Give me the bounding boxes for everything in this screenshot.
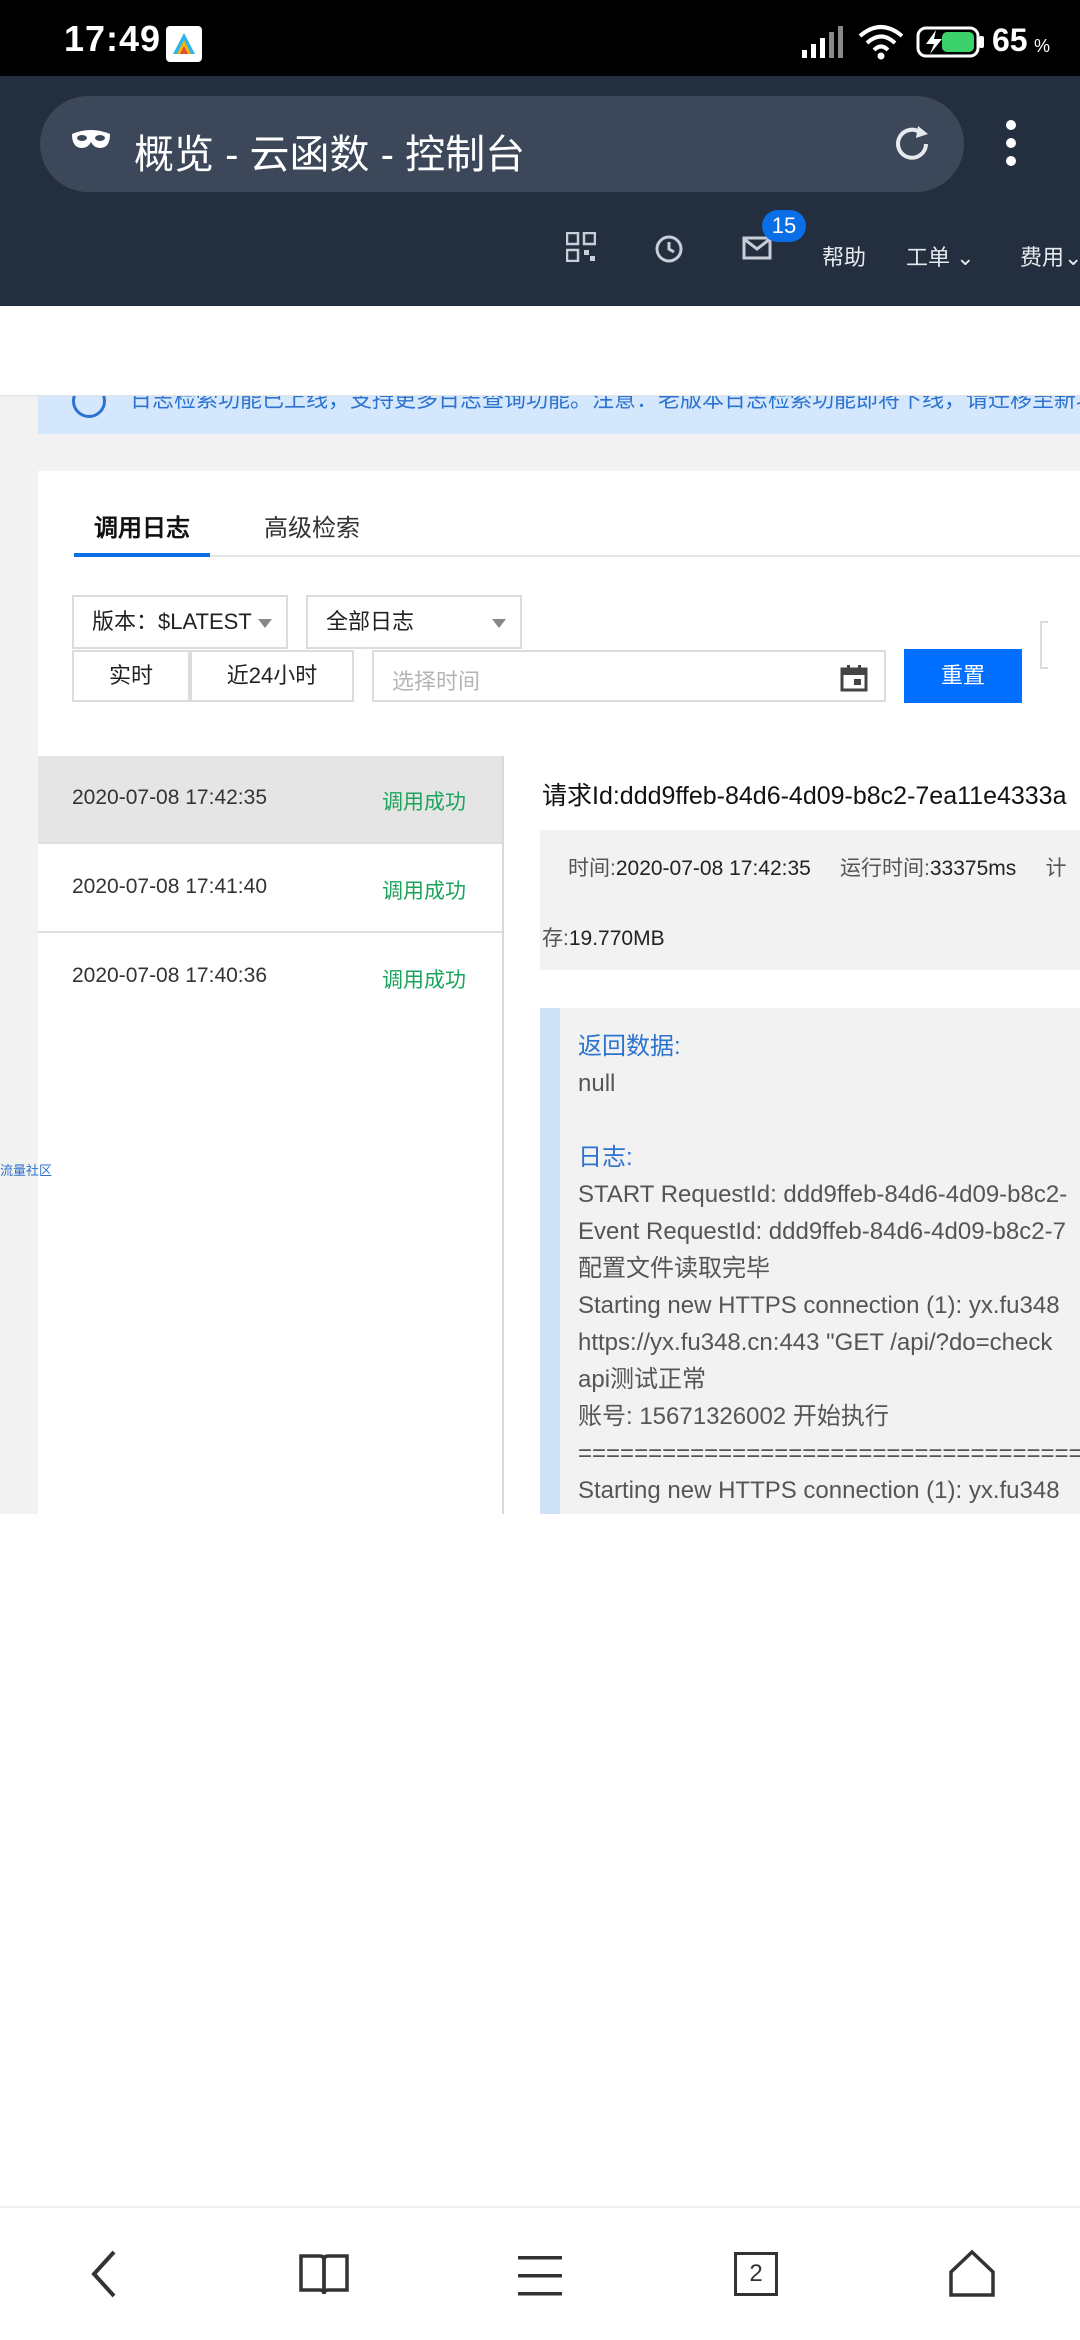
log-label: 日志: xyxy=(578,1144,633,1171)
home-icon[interactable] xyxy=(948,2248,996,2303)
memory-label: 存: xyxy=(542,927,569,950)
log-status: 调用成功 xyxy=(382,791,466,814)
browser-toolbar: 概览 - 云函数 - 控制台 15 帮助 工单 ⌄ 费用⌄ xyxy=(0,76,1080,306)
version-select[interactable]: 版本：$LATEST xyxy=(72,595,288,649)
clock-icon[interactable] xyxy=(654,234,684,269)
log-type-value: 全部日志 xyxy=(326,609,415,634)
log-line: https://yx.fu348.cn:443 "GET /api/?do=ch… xyxy=(578,1329,1053,1356)
log-time: 2020-07-08 17:42:35 xyxy=(72,786,267,809)
request-id-label: 请求Id: xyxy=(542,782,620,810)
runtime-label: 运行时间: xyxy=(840,857,930,880)
signal-icon xyxy=(800,26,844,63)
time-value: 2020-07-08 17:42:35 xyxy=(615,857,811,880)
incognito-mask-icon xyxy=(70,128,112,157)
invocation-meta: 时间:2020-07-08 17:42:35 运行时间:33375ms 计 存:… xyxy=(540,830,1080,970)
caret-down-icon xyxy=(492,619,506,628)
qrcode-icon[interactable] xyxy=(565,231,597,267)
ticket-menu[interactable]: 工单 ⌄ xyxy=(906,240,975,272)
back-icon[interactable] xyxy=(84,2244,124,2309)
invocation-list: 2020-07-08 17:42:35 调用成功 2020-07-08 17:4… xyxy=(38,756,504,1514)
status-time: 17:49 xyxy=(64,18,162,59)
tab-advanced-search[interactable]: 高级检索 xyxy=(264,509,360,557)
more-options-icon[interactable] xyxy=(1006,120,1016,174)
runtime-value: 33375ms xyxy=(929,857,1017,880)
reload-icon[interactable] xyxy=(888,120,936,173)
community-side-link[interactable]: 流量社区 xyxy=(0,1160,52,1179)
browser-bottom-nav: 2 xyxy=(0,2206,1080,2340)
request-id-value: ddd9ffeb-84d6-4d09-b8c2-7ea11e4333a xyxy=(619,782,1067,810)
log-line: ========================================… xyxy=(578,1440,1080,1467)
time-range-placeholder: 选择时间 xyxy=(392,669,481,694)
page-title: 概览 - 云函数 - 控制台 xyxy=(134,133,526,177)
log-line: Event RequestId: ddd9ffeb-84d6-4d09-b8c2… xyxy=(578,1218,1066,1245)
bookmarks-icon[interactable] xyxy=(298,2252,350,2303)
log-accent-bar xyxy=(540,1008,560,1514)
log-type-select[interactable]: 全部日志 xyxy=(306,595,522,649)
time-range-input[interactable]: 选择时间 xyxy=(372,650,886,702)
mail-badge: 15 xyxy=(762,210,806,242)
chevron-down-icon: ⌄ xyxy=(956,245,975,270)
log-output: 返回数据: null 日志: START RequestId: ddd9ffeb… xyxy=(540,1008,1080,1514)
list-item[interactable]: 2020-07-08 17:40:36 调用成功 xyxy=(38,934,502,1022)
billing-menu[interactable]: 费用⌄ xyxy=(1020,240,1080,272)
battery-level: 65 xyxy=(992,22,1028,58)
billing-time-label: 计 xyxy=(1045,857,1067,880)
version-value: $LATEST xyxy=(158,609,252,634)
log-tabs: 调用日志 高级检索 xyxy=(74,509,1080,557)
log-time: 2020-07-08 17:40:36 xyxy=(72,964,267,987)
battery-unit: % xyxy=(1034,36,1051,56)
request-id: 请求Id:ddd9ffeb-84d6-4d09-b8c2-7ea11e4333a xyxy=(542,776,1067,812)
menu-icon[interactable] xyxy=(516,2254,564,2303)
realtime-button[interactable]: 实时 xyxy=(72,650,190,702)
list-item[interactable]: 2020-07-08 17:41:40 调用成功 xyxy=(38,845,502,933)
info-banner-text: 日志检索功能已上线，支持更多日志查询功能。注意：老版本日志检索功能即将下线，请迁… xyxy=(130,396,1080,412)
return-data-value: null xyxy=(578,1070,616,1097)
calendar-icon[interactable] xyxy=(840,664,868,697)
log-line: Starting new HTTPS connection (1): yx.fu… xyxy=(578,1292,1060,1319)
time-label: 时间: xyxy=(568,857,616,880)
tab-invocation-log[interactable]: 调用日志 xyxy=(74,509,210,557)
address-bar[interactable]: 概览 - 云函数 - 控制台 xyxy=(40,96,964,192)
list-item[interactable]: 2020-07-08 17:42:35 调用成功 xyxy=(38,756,502,844)
tabs-count-button[interactable]: 2 xyxy=(734,2252,778,2296)
log-line: START RequestId: ddd9ffeb-84d6-4d09-b8c2… xyxy=(578,1181,1068,1208)
return-data-label: 返回数据: xyxy=(578,1033,681,1060)
help-link[interactable]: 帮助 xyxy=(822,240,866,272)
page-header-strip xyxy=(0,306,1080,396)
chevron-down-icon: ⌄ xyxy=(1064,245,1080,270)
log-status: 调用成功 xyxy=(382,969,466,992)
log-line: 账号: 15671326002 开始执行 xyxy=(578,1403,889,1430)
status-bar: 17:49 65 % xyxy=(0,0,1080,76)
console-topnav: 15 帮助 工单 ⌄ 费用⌄ xyxy=(0,196,1080,306)
log-line: Starting new HTTPS connection (1): yx.fu… xyxy=(578,1477,1060,1504)
mail-icon[interactable] xyxy=(742,236,772,265)
info-banner: 日志检索功能已上线，支持更多日志查询功能。注意：老版本日志检索功能即将下线，请迁… xyxy=(38,396,1080,434)
log-line: api测试正常 xyxy=(578,1366,707,1393)
version-label: 版本： xyxy=(92,609,159,634)
memory-value: 19.770MB xyxy=(568,927,665,950)
info-icon xyxy=(72,396,106,418)
app-notification-icon xyxy=(166,26,202,62)
ticket-label: 工单 xyxy=(906,245,951,270)
wifi-icon xyxy=(858,24,904,65)
billing-label: 费用 xyxy=(1020,245,1065,270)
battery-icon xyxy=(916,26,986,63)
log-line: 配置文件读取完毕 xyxy=(578,1255,770,1282)
log-status: 调用成功 xyxy=(382,880,466,903)
extra-filter-control[interactable] xyxy=(1040,621,1048,669)
reset-button[interactable]: 重置 xyxy=(904,649,1022,703)
last-24h-button[interactable]: 近24小时 xyxy=(190,650,354,702)
caret-down-icon xyxy=(258,619,272,628)
log-time: 2020-07-08 17:41:40 xyxy=(72,875,267,898)
